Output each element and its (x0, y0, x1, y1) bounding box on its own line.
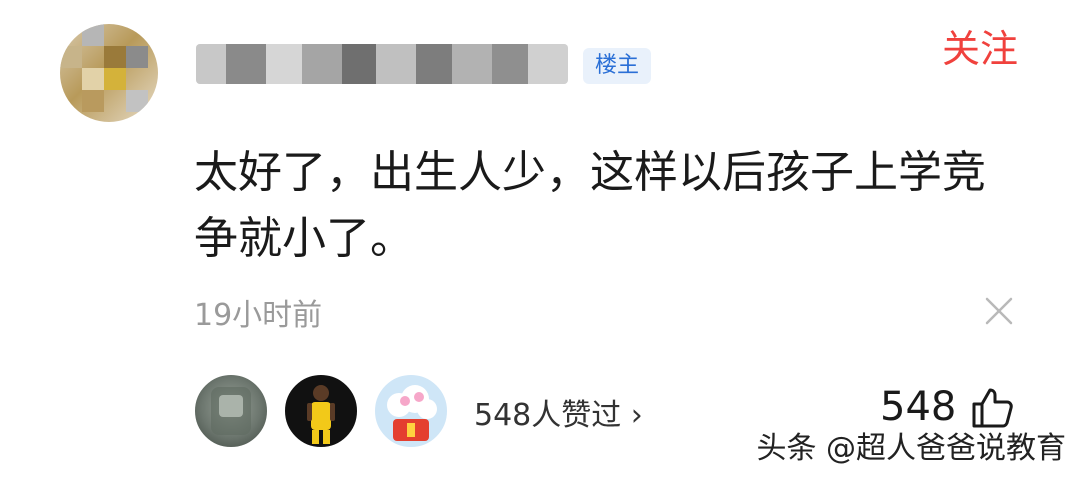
redaction-block (528, 44, 568, 84)
watermark: 头条 @超人爸爸说教育 (756, 431, 1066, 466)
likers-summary-link[interactable]: 548人赞过 › (474, 390, 643, 434)
close-icon[interactable] (984, 296, 1014, 326)
liker-avatar[interactable] (193, 373, 269, 449)
commenter-name-redacted[interactable] (196, 44, 568, 84)
follow-button[interactable]: 关注 (942, 18, 1018, 73)
owner-badge: 楼主 (583, 48, 652, 84)
redaction-block (342, 44, 376, 84)
redaction-block (226, 44, 266, 84)
liker-avatar[interactable] (373, 373, 449, 449)
avatar-pixel (104, 46, 126, 68)
avatar-pixel (126, 90, 148, 112)
redaction-block (492, 44, 528, 84)
redaction-block (196, 44, 226, 84)
avatar-pixel (82, 24, 104, 46)
avatar-pixel (82, 90, 104, 112)
avatar-pixel (60, 46, 82, 68)
redaction-block (266, 44, 302, 84)
comment-timestamp: 19小时前 (194, 298, 323, 333)
liker-avatar[interactable] (283, 373, 359, 449)
commenter-avatar[interactable] (60, 24, 158, 122)
redaction-block (452, 44, 492, 84)
avatar-pixel (104, 68, 126, 90)
redaction-block (416, 44, 452, 84)
redaction-block (302, 44, 342, 84)
comment-text: 太好了，出生人少，这样以后孩子上学竞争就小了。 (194, 147, 986, 264)
redaction-block (376, 44, 416, 84)
avatar-pixel (82, 68, 104, 90)
avatar-pixel (126, 46, 148, 68)
